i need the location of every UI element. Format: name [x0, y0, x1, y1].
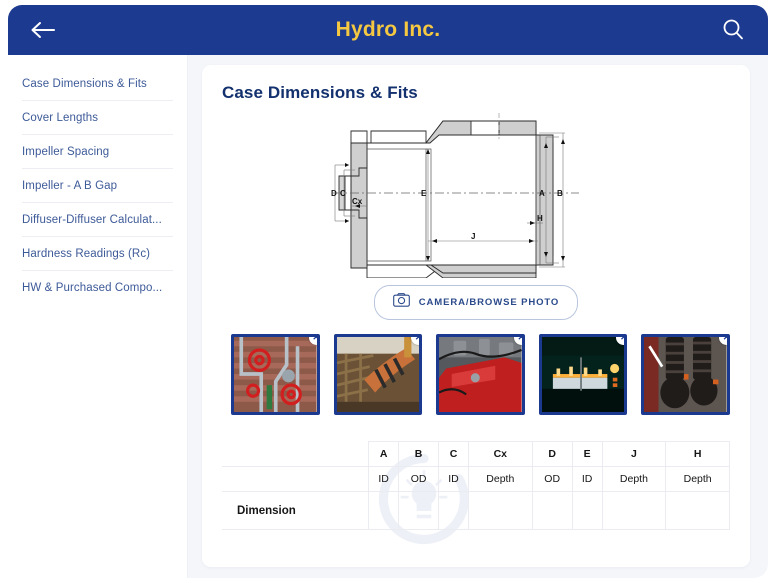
svg-text:A: A [539, 189, 545, 198]
photo-thumbnail-5[interactable]: ✕ [641, 334, 730, 415]
col-subheader-b: OD [399, 467, 439, 492]
dimensions-table-wrap: A B C Cx D E J H ID [222, 441, 730, 530]
dimensions-table: A B C Cx D E J H ID [222, 441, 730, 530]
main-content: Case Dimensions & Fits [188, 55, 768, 578]
col-header-e: E [572, 442, 602, 467]
col-subheader-cx: Depth [468, 467, 532, 492]
svg-text:B: B [557, 189, 563, 198]
photo-thumbnail-list: ✕ [222, 334, 730, 415]
table-row: Dimension [223, 492, 730, 530]
cell-dimension-h[interactable] [666, 492, 730, 530]
table-corner-cell [223, 442, 369, 467]
sidebar: Case Dimensions & Fits Cover Lengths Imp… [8, 55, 188, 578]
photo-thumbnail-2[interactable]: ✕ [334, 334, 423, 415]
card-title: Case Dimensions & Fits [222, 83, 730, 103]
photo-thumbnail-close-icon[interactable]: ✕ [411, 334, 422, 345]
photo-thumbnail-close-icon[interactable]: ✕ [616, 334, 627, 345]
col-subheader-j: Depth [602, 467, 666, 492]
app-window: Hydro Inc. Case Dimensions & Fits Cover … [0, 0, 776, 583]
camera-button-row: CAMERA/BROWSE PHOTO [222, 285, 730, 320]
col-subheader-h: Depth [666, 467, 730, 492]
cell-dimension-a[interactable] [369, 492, 399, 530]
back-arrow-icon[interactable] [26, 13, 60, 47]
svg-text:Cx: Cx [352, 197, 363, 206]
table-header-row-types: ID OD ID Depth OD ID Depth Depth [223, 467, 730, 492]
col-header-c: C [439, 442, 469, 467]
col-subheader-a: ID [369, 467, 399, 492]
cell-dimension-c[interactable] [439, 492, 469, 530]
col-header-d: D [532, 442, 572, 467]
photo-thumbnail-3[interactable]: ✕ [436, 334, 525, 415]
sidebar-item-case-dimensions-fits[interactable]: Case Dimensions & Fits [22, 67, 173, 101]
col-header-a: A [369, 442, 399, 467]
app-header: Hydro Inc. [8, 5, 768, 55]
col-header-cx: Cx [468, 442, 532, 467]
svg-text:D: D [331, 189, 337, 198]
pump-case-cross-section-drawing: D C Cx E J A B H [222, 109, 730, 281]
cell-dimension-j[interactable] [602, 492, 666, 530]
photo-thumbnail-4[interactable]: ✕ [539, 334, 628, 415]
cell-dimension-cx[interactable] [468, 492, 532, 530]
sidebar-item-hardness-readings[interactable]: Hardness Readings (Rc) [22, 237, 173, 271]
col-subheader-c: ID [439, 467, 469, 492]
page-title: Hydro Inc. [8, 18, 768, 42]
col-subheader-d: OD [532, 467, 572, 492]
svg-text:J: J [471, 232, 475, 241]
sidebar-item-cover-lengths[interactable]: Cover Lengths [22, 101, 173, 135]
photo-thumbnail-1[interactable]: ✕ [231, 334, 320, 415]
sidebar-item-impeller-ab-gap[interactable]: Impeller - A B Gap [22, 169, 173, 203]
search-icon[interactable] [716, 13, 750, 47]
table-corner-cell-2 [223, 467, 369, 492]
col-header-j: J [602, 442, 666, 467]
sidebar-item-hw-purchased-components[interactable]: HW & Purchased Compo... [22, 271, 173, 304]
sidebar-item-impeller-spacing[interactable]: Impeller Spacing [22, 135, 173, 169]
cell-dimension-b[interactable] [399, 492, 439, 530]
row-label-dimension: Dimension [223, 492, 369, 530]
sidebar-item-diffuser-calculations[interactable]: Diffuser-Diffuser Calculat... [22, 203, 173, 237]
svg-text:C: C [340, 189, 346, 198]
table-header-row-letters: A B C Cx D E J H [223, 442, 730, 467]
cell-dimension-d[interactable] [532, 492, 572, 530]
content-card: Case Dimensions & Fits [202, 65, 750, 567]
camera-button-label: CAMERA/BROWSE PHOTO [419, 297, 559, 308]
body-container: Case Dimensions & Fits Cover Lengths Imp… [8, 55, 768, 578]
camera-browse-photo-button[interactable]: CAMERA/BROWSE PHOTO [374, 285, 578, 320]
col-subheader-e: ID [572, 467, 602, 492]
svg-text:H: H [537, 214, 543, 223]
camera-photo-icon [393, 293, 410, 312]
svg-text:E: E [421, 189, 427, 198]
col-header-b: B [399, 442, 439, 467]
cell-dimension-e[interactable] [572, 492, 602, 530]
col-header-h: H [666, 442, 730, 467]
